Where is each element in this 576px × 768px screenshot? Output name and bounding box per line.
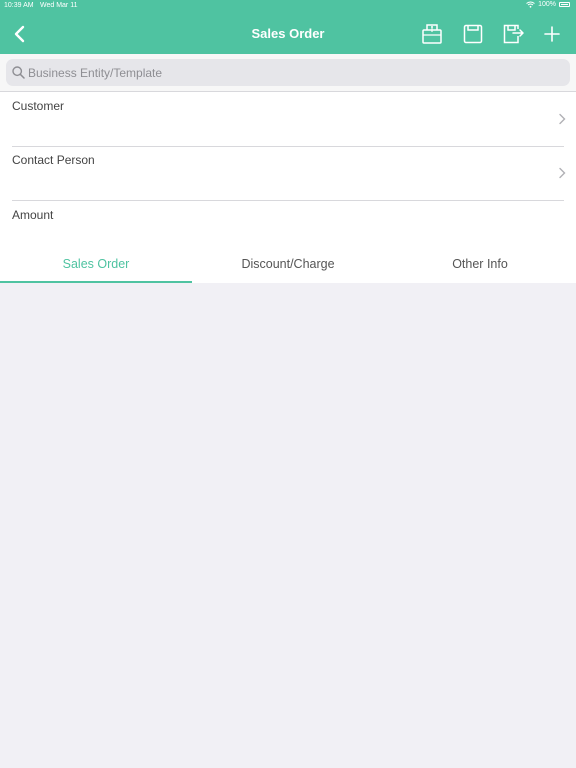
contact-person-label: Contact Person	[12, 153, 95, 167]
search-bar-container	[0, 54, 576, 91]
active-tab-indicator	[0, 281, 192, 283]
customer-row[interactable]: Customer	[0, 92, 576, 146]
tab-sales-order[interactable]: Sales Order	[0, 238, 192, 283]
contact-person-row[interactable]: Contact Person	[0, 147, 576, 201]
amount-label: Amount	[12, 208, 54, 222]
save-as-icon	[503, 24, 524, 44]
status-indicators: 100%	[526, 1, 570, 8]
plus-icon	[544, 26, 560, 42]
navigation-bar: Sales Order	[0, 14, 576, 54]
search-icon	[12, 66, 25, 79]
battery-percent: 100%	[538, 1, 556, 8]
header-bar: 10:39 AM Wed Mar 11 100% Sales Order	[0, 0, 576, 54]
tab-other-info[interactable]: Other Info	[384, 238, 576, 283]
save-as-button[interactable]	[501, 22, 525, 46]
status-date: Wed Mar 11	[40, 2, 78, 9]
battery-icon	[559, 2, 570, 7]
chevron-right-icon	[559, 167, 566, 179]
search-bar[interactable]	[6, 59, 570, 86]
save-button[interactable]	[461, 22, 485, 46]
add-button[interactable]	[540, 22, 564, 46]
status-time: 10:39 AM	[4, 2, 34, 9]
amount-row: Amount	[0, 201, 576, 239]
save-icon	[463, 24, 483, 44]
tab-discount-charge[interactable]: Discount/Charge	[192, 238, 384, 283]
tab-bar: Sales Order Discount/Charge Other Info	[0, 238, 576, 283]
search-input[interactable]	[28, 59, 558, 86]
customer-label: Customer	[12, 99, 65, 113]
chevron-right-icon	[559, 113, 566, 125]
status-bar: 10:39 AM Wed Mar 11 100%	[0, 0, 576, 12]
page-title: Sales Order	[251, 26, 325, 41]
order-form: Customer Contact Person Amount	[0, 91, 576, 238]
print-button[interactable]	[420, 22, 444, 46]
wifi-icon	[526, 1, 535, 8]
print-icon	[422, 24, 442, 44]
